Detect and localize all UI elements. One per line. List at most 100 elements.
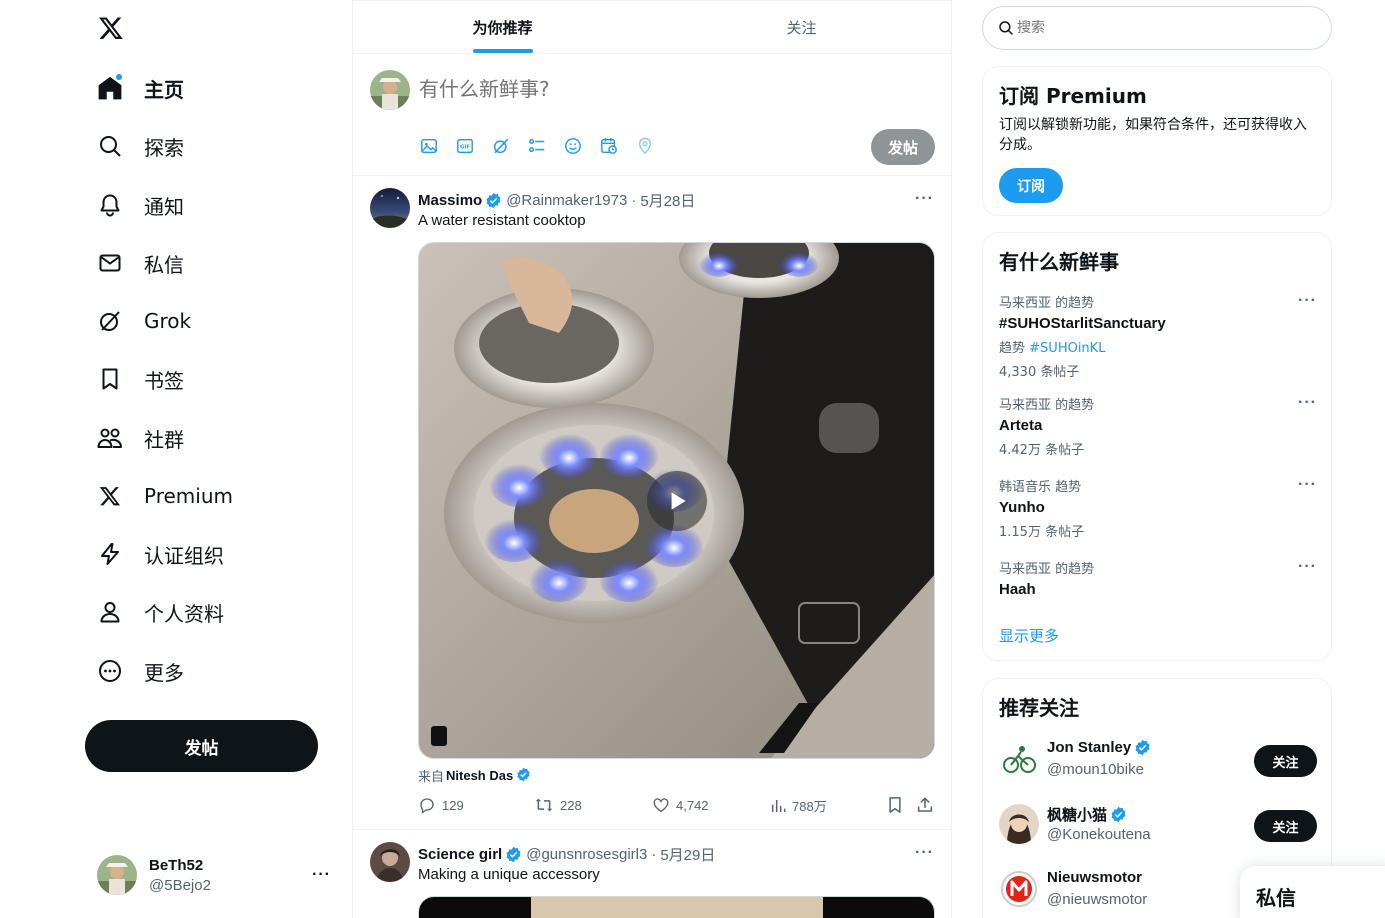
nav-label: 个人资料: [144, 601, 224, 626]
video-frame: [419, 897, 934, 918]
x-logo-icon[interactable]: [95, 12, 127, 44]
premium-card: 订阅 Premium 订阅以解锁新功能，如果符合条件，还可获得收入分成。 订阅: [982, 66, 1332, 216]
bookmark-button[interactable]: [886, 796, 904, 814]
nav-item-messages[interactable]: 私信: [95, 243, 184, 283]
tweet-video[interactable]: [418, 242, 935, 759]
nav-item-notifications[interactable]: 通知: [95, 185, 184, 225]
reply-count: 129: [442, 797, 464, 813]
views-count: 788万: [792, 799, 827, 814]
bookmark-icon: [889, 797, 901, 813]
follow-button[interactable]: 关注: [1254, 745, 1317, 777]
retweet-count: 228: [560, 797, 582, 813]
search-input[interactable]: [1017, 20, 1317, 36]
retweet-button[interactable]: 228: [534, 796, 582, 814]
nav-item-communities[interactable]: 社群: [95, 418, 184, 458]
author-name[interactable]: Massimo: [418, 192, 482, 209]
verified-badge-icon: [1134, 739, 1151, 756]
tab-for-you[interactable]: 为你推荐: [353, 1, 652, 53]
more-dots-icon[interactable]: ···: [915, 844, 934, 862]
show-more-link[interactable]: 显示更多: [999, 625, 1059, 646]
home-icon: [95, 73, 125, 103]
timeline: 为你推荐 关注 GIF 发帖: [352, 0, 952, 918]
nav-item-grok[interactable]: Grok: [95, 301, 191, 341]
tab-following[interactable]: 关注: [652, 1, 951, 53]
follow-button[interactable]: 关注: [1254, 810, 1317, 842]
heart-icon: [653, 798, 669, 813]
tweet-video[interactable]: [418, 896, 935, 918]
trend-tag-link[interactable]: #SUHOinKL: [1029, 341, 1105, 356]
nav-item-bookmarks[interactable]: 书签: [95, 359, 184, 399]
nav-item-home[interactable]: 主页: [95, 68, 184, 108]
tweet-date[interactable]: 5月29日: [660, 844, 715, 865]
share-button[interactable]: [916, 796, 934, 814]
image-icon[interactable]: [419, 136, 439, 156]
reply-button[interactable]: 129: [418, 796, 464, 814]
tab-label: 关注: [786, 18, 817, 37]
avatar[interactable]: [999, 804, 1039, 844]
suggested-user-name: Nieuwsmotor: [1047, 869, 1142, 886]
tweet[interactable]: Massimo @Rainmaker1973 · 5月28日 ··· A wat…: [353, 176, 951, 830]
trend-title: Arteta: [999, 417, 1043, 434]
play-icon[interactable]: [647, 471, 707, 531]
author-handle[interactable]: @Rainmaker1973: [506, 192, 627, 209]
nav-item-verified-orgs[interactable]: 认证组织: [95, 534, 224, 574]
suggested-user-name: Jon Stanley: [1047, 739, 1151, 756]
premium-title: 订阅 Premium: [999, 84, 1147, 108]
post-button[interactable]: 发帖: [85, 720, 318, 772]
bookmark-icon: [95, 364, 125, 394]
from-name[interactable]: Nitesh Das: [446, 768, 513, 783]
nav-label: 通知: [144, 194, 184, 219]
search-box[interactable]: [982, 6, 1332, 50]
avatar[interactable]: [370, 188, 410, 228]
verified-badge-icon: [516, 767, 533, 784]
nav-item-profile[interactable]: 个人资料: [95, 592, 224, 632]
author-name[interactable]: Science girl: [418, 846, 502, 863]
trend-item[interactable]: 马来西亚 的趋势 #SUHOStarlitSanctuary 趋势 #SUHOi…: [999, 292, 1317, 380]
more-dots-icon[interactable]: ···: [312, 866, 331, 884]
gif-icon[interactable]: GIF: [455, 136, 475, 156]
composer: GIF 发帖: [353, 54, 951, 176]
more-dots-icon[interactable]: ···: [1298, 394, 1317, 412]
messages-drawer[interactable]: 私信: [1240, 866, 1385, 918]
subscribe-button[interactable]: 订阅: [999, 168, 1063, 203]
suggested-user[interactable]: 枫糖小猫 @Konekoutena 关注: [999, 800, 1317, 850]
more-dots-icon[interactable]: ···: [1298, 292, 1317, 310]
more-dots-icon[interactable]: ···: [1298, 476, 1317, 494]
account-switcher[interactable]: BeTh52 @5Bejo2 ···: [85, 846, 345, 904]
author-handle[interactable]: @gunsnrosesgirl3: [526, 846, 647, 863]
user-name: Nieuwsmotor: [1047, 869, 1143, 886]
nav-item-more[interactable]: 更多: [95, 651, 184, 691]
tweet-header: Massimo @Rainmaker1973 · 5月28日: [418, 190, 695, 211]
more-dots-icon[interactable]: ···: [915, 190, 934, 208]
grok-icon[interactable]: [491, 136, 511, 156]
tweet[interactable]: Science girl @gunsnrosesgirl3 · 5月29日 ··…: [353, 830, 951, 918]
trends-card: 有什么新鲜事 马来西亚 的趋势 #SUHOStarlitSanctuary 趋势…: [982, 232, 1332, 661]
nav-item-explore[interactable]: 探索: [95, 126, 184, 166]
avatar[interactable]: [999, 869, 1039, 909]
emoji-icon[interactable]: [563, 136, 583, 156]
location-icon[interactable]: [635, 136, 655, 156]
trend-item[interactable]: 韩语音乐 趋势 Yunho 1.15万 条帖子 ···: [999, 476, 1317, 540]
trend-context: 马来西亚 的趋势: [999, 398, 1095, 413]
avatar[interactable]: [370, 842, 410, 882]
poll-icon[interactable]: [527, 136, 547, 156]
nav-label: 私信: [144, 252, 184, 277]
compose-input[interactable]: [419, 77, 879, 101]
reply-icon: [420, 798, 434, 814]
search-icon: [999, 21, 1013, 35]
tweet-date[interactable]: 5月28日: [640, 190, 695, 211]
post-submit-button[interactable]: 发帖: [871, 129, 935, 165]
schedule-icon[interactable]: [599, 136, 619, 156]
trend-item[interactable]: 马来西亚 的趋势 Arteta 4.42万 条帖子 ···: [999, 394, 1317, 458]
more-circle-icon: [95, 656, 125, 686]
trends-title: 有什么新鲜事: [999, 250, 1119, 274]
suggested-user[interactable]: Jon Stanley @moun10bike 关注: [999, 735, 1317, 785]
nav-item-premium[interactable]: Premium: [95, 476, 233, 516]
trend-item[interactable]: 马来西亚 的趋势 Haah ···: [999, 558, 1317, 598]
verified-badge-icon: [505, 846, 522, 863]
like-button[interactable]: 4,742: [652, 796, 709, 814]
avatar[interactable]: [999, 739, 1039, 779]
premium-description: 订阅以解锁新功能，如果符合条件，还可获得收入分成。: [999, 117, 1307, 153]
more-dots-icon[interactable]: ···: [1298, 558, 1317, 576]
views-button[interactable]: 788万: [770, 796, 827, 815]
